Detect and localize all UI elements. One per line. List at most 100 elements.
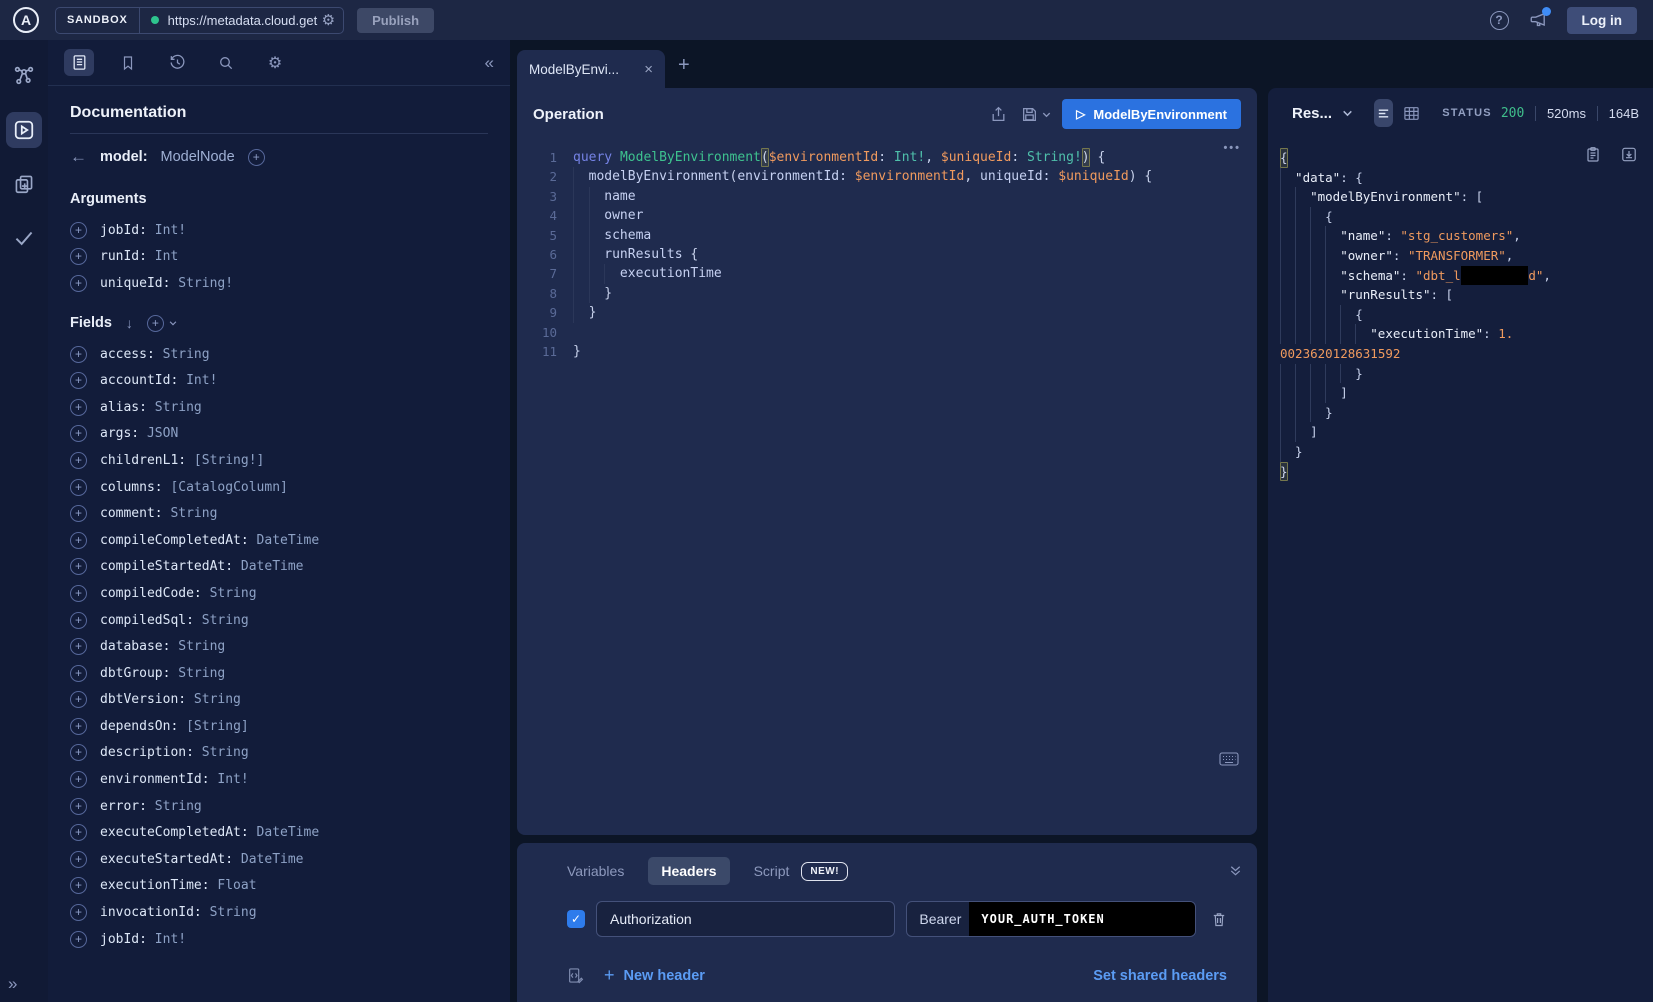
header-value-field[interactable]: Bearer YOUR_AUTH_TOKEN <box>906 901 1196 937</box>
field-name[interactable]: compiledSql: <box>100 613 194 628</box>
add-field-to-query-icon[interactable]: + <box>70 479 87 496</box>
field-name[interactable]: runId: <box>100 249 147 264</box>
keyboard-shortcuts-icon[interactable] <box>1219 752 1239 766</box>
field-type[interactable]: DateTime <box>233 559 303 574</box>
edit-headers-as-json-icon[interactable] <box>567 967 584 984</box>
tab-variables[interactable]: Variables <box>567 863 624 879</box>
sort-fields-icon[interactable]: ↓ <box>126 315 133 331</box>
add-field-to-query-icon[interactable]: + <box>70 691 87 708</box>
add-all-fields-icon[interactable]: + <box>147 315 164 332</box>
field-type[interactable]: [String!] <box>186 453 264 468</box>
field-name[interactable]: comment: <box>100 506 163 521</box>
field-name[interactable]: dependsOn: <box>100 719 178 734</box>
editor-overflow-menu-icon[interactable]: ••• <box>1223 142 1241 154</box>
field-type[interactable]: Int <box>147 249 178 264</box>
sidebar-item-explorer[interactable] <box>6 112 42 148</box>
field-type[interactable]: [String] <box>178 719 248 734</box>
add-field-to-query-icon[interactable]: + <box>70 425 87 442</box>
bookmark-icon[interactable] <box>113 49 143 76</box>
field-type[interactable]: String <box>163 506 218 521</box>
add-field-to-query-icon[interactable]: + <box>70 718 87 735</box>
field-name[interactable]: jobId: <box>100 223 147 238</box>
history-icon[interactable] <box>162 49 192 76</box>
add-field-to-query-icon[interactable]: + <box>70 771 87 788</box>
field-name[interactable]: args: <box>100 426 139 441</box>
add-field-to-query-icon[interactable]: + <box>70 248 87 265</box>
field-name[interactable]: compileStartedAt: <box>100 559 233 574</box>
table-view-icon[interactable] <box>1403 105 1420 122</box>
field-name[interactable]: executionTime: <box>100 878 210 893</box>
field-name[interactable]: childrenL1: <box>100 453 186 468</box>
operation-tab[interactable]: ModelByEnvi... × <box>517 50 665 88</box>
add-field-to-query-icon[interactable]: + <box>70 222 87 239</box>
field-type[interactable]: String <box>194 613 249 628</box>
field-name[interactable]: database: <box>100 639 170 654</box>
field-name[interactable]: error: <box>100 799 147 814</box>
add-field-to-query-icon[interactable]: + <box>70 399 87 416</box>
field-type[interactable]: JSON <box>139 426 178 441</box>
field-name[interactable]: access: <box>100 347 155 362</box>
expand-rail-icon[interactable]: » <box>8 974 17 994</box>
field-type[interactable]: Float <box>210 878 257 893</box>
add-field-to-query-icon[interactable]: + <box>70 851 87 868</box>
add-field-to-query-icon[interactable]: + <box>70 665 87 682</box>
field-type[interactable]: String <box>170 666 225 681</box>
new-tab-icon[interactable]: + <box>678 54 690 77</box>
sidebar-item-schema[interactable] <box>6 58 42 94</box>
close-tab-icon[interactable]: × <box>644 61 653 78</box>
docs-settings-gear-icon[interactable]: ⚙ <box>260 49 290 76</box>
add-field-to-query-icon[interactable]: + <box>70 452 87 469</box>
model-type[interactable]: ModelNode <box>161 149 235 165</box>
field-type[interactable]: DateTime <box>233 852 303 867</box>
field-type[interactable]: String <box>170 639 225 654</box>
endpoint-url-input[interactable]: https://metadata.cloud.get <box>168 13 320 28</box>
sidebar-item-checks[interactable] <box>6 220 42 256</box>
field-type[interactable]: String <box>202 586 257 601</box>
login-button[interactable]: Log in <box>1567 7 1638 34</box>
format-json-view-icon[interactable] <box>1374 99 1393 127</box>
field-type[interactable]: Int! <box>210 772 249 787</box>
add-field-to-query-icon[interactable]: + <box>70 931 87 948</box>
field-name[interactable]: dbtGroup: <box>100 666 170 681</box>
field-name[interactable]: compileCompletedAt: <box>100 533 249 548</box>
announcements-icon[interactable] <box>1529 11 1547 29</box>
field-type[interactable]: String <box>186 692 241 707</box>
share-operation-icon[interactable] <box>990 106 1007 123</box>
set-shared-headers-link[interactable]: Set shared headers <box>1093 968 1227 984</box>
add-model-icon[interactable]: + <box>248 149 265 166</box>
field-name[interactable]: uniqueId: <box>100 276 170 291</box>
add-field-to-query-icon[interactable]: + <box>70 558 87 575</box>
field-name[interactable]: columns: <box>100 480 163 495</box>
field-name[interactable]: jobId: <box>100 932 147 947</box>
add-field-to-query-icon[interactable]: + <box>70 798 87 815</box>
field-name[interactable]: description: <box>100 745 194 760</box>
run-operation-button[interactable]: ▷ ModelByEnvironment <box>1062 99 1241 129</box>
collapse-docs-icon[interactable]: « <box>485 53 494 73</box>
response-dropdown-chevron-icon[interactable] <box>1341 107 1354 120</box>
field-type[interactable]: [CatalogColumn] <box>163 480 288 495</box>
header-name-input[interactable] <box>596 901 895 937</box>
add-field-to-query-icon[interactable]: + <box>70 585 87 602</box>
save-operation-control[interactable] <box>1021 106 1052 123</box>
delete-header-icon[interactable] <box>1211 911 1227 928</box>
apollo-logo[interactable]: A <box>13 7 39 33</box>
field-type[interactable]: Int! <box>178 373 217 388</box>
endpoint-settings-gear-icon[interactable]: ⚙ <box>322 13 335 28</box>
docs-reader-icon[interactable] <box>64 49 94 76</box>
add-field-to-query-icon[interactable]: + <box>70 638 87 655</box>
field-name[interactable]: accountId: <box>100 373 178 388</box>
field-name[interactable]: executeStartedAt: <box>100 852 233 867</box>
field-type[interactable]: String <box>147 400 202 415</box>
search-icon[interactable] <box>211 49 241 76</box>
auth-token-value[interactable]: YOUR_AUTH_TOKEN <box>969 902 1195 936</box>
add-field-to-query-icon[interactable]: + <box>70 346 87 363</box>
field-type[interactable]: String <box>202 905 257 920</box>
field-type[interactable]: String <box>155 347 210 362</box>
add-fields-chevron-icon[interactable] <box>168 318 178 328</box>
add-field-to-query-icon[interactable]: + <box>70 612 87 629</box>
download-response-icon[interactable] <box>1621 146 1637 163</box>
header-enabled-checkbox[interactable]: ✓ <box>567 910 585 928</box>
field-type[interactable]: DateTime <box>249 825 319 840</box>
add-field-to-query-icon[interactable]: + <box>70 275 87 292</box>
new-header-button[interactable]: + New header <box>604 965 705 986</box>
